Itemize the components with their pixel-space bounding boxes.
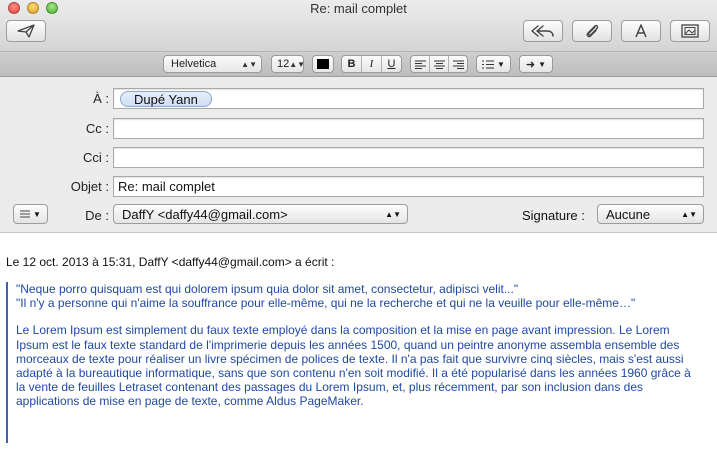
window-titlebar: Re: mail complet: [0, 0, 717, 52]
to-field[interactable]: Dupé Yann: [113, 88, 704, 109]
updown-arrows-icon: ▲▼: [241, 59, 257, 69]
quote-paragraph-line: applications de mise en page de texte, c…: [16, 394, 364, 409]
align-left-icon: [414, 60, 426, 69]
updown-arrows-icon: ▲▼: [385, 209, 401, 219]
header-options-button[interactable]: ▼: [13, 204, 48, 224]
from-select[interactable]: DaffY <daffy44@gmail.com> ▲▼: [113, 204, 408, 224]
quote-paragraph-line: Ipsum est le faux texte standard de l'im…: [16, 337, 680, 352]
bold-button[interactable]: B: [342, 56, 362, 72]
indent-arrow-icon: ➜: [525, 58, 536, 71]
text-style-segment: B I U: [341, 55, 402, 73]
cc-label: Cc :: [85, 121, 109, 136]
font-family-select[interactable]: Helvetica ▲▼: [163, 55, 262, 73]
quote-paragraph-line: morceaux de texte pour réaliser un livre…: [16, 351, 684, 366]
text-color-button[interactable]: [312, 55, 334, 73]
chevron-down-icon: ▼: [33, 209, 41, 219]
indent-select[interactable]: ➜ ▼: [519, 55, 553, 73]
bcc-field[interactable]: [113, 147, 704, 168]
quote-line: "Neque porro quisquam est qui dolorem ip…: [16, 282, 519, 296]
quoted-text-block: "Neque porro quisquam est qui dolorem ip…: [6, 282, 706, 443]
bullet-list-icon: [482, 60, 495, 68]
fonts-button[interactable]: [621, 20, 661, 42]
signature-label: Signature :: [522, 208, 585, 223]
reply-all-icon: [531, 25, 554, 37]
quote-paragraph-line: la vente de feuilles Letraset contenant …: [16, 380, 644, 395]
window-title: Re: mail complet: [310, 1, 407, 16]
cc-field[interactable]: [113, 118, 704, 139]
updown-arrows-icon: ▲▼: [289, 59, 306, 69]
font-family-value: Helvetica: [171, 58, 217, 70]
quote-paragraph-line: Le Lorem Ipsum est simplement du faux te…: [16, 323, 670, 338]
reply-all-button[interactable]: [523, 20, 563, 42]
paper-plane-icon: [17, 24, 35, 38]
chevron-down-icon: ▼: [538, 59, 547, 69]
italic-button[interactable]: I: [362, 56, 382, 72]
quote-line: "Il n'y a personne qui n'aime la souffra…: [16, 296, 636, 311]
photo-browser-icon: [681, 24, 699, 38]
paperclip-icon: [586, 24, 599, 38]
font-size-value: 12: [277, 58, 290, 70]
attach-button[interactable]: [572, 20, 612, 42]
font-A-icon: [635, 24, 647, 38]
align-center-icon: [433, 60, 445, 69]
reply-attribution: Le 12 oct. 2013 à 15:31, DaffY <daffy44@…: [6, 255, 335, 269]
align-right-button[interactable]: [449, 56, 467, 72]
list-style-select[interactable]: ▼: [476, 55, 511, 73]
from-value: DaffY <daffy44@gmail.com>: [122, 206, 288, 222]
font-size-select[interactable]: 12 ▲▼: [271, 55, 305, 73]
align-right-icon: [452, 60, 464, 69]
signature-select[interactable]: Aucune ▲▼: [597, 204, 704, 224]
color-swatch: [317, 59, 329, 69]
subject-label: Objet :: [70, 179, 109, 194]
send-button[interactable]: [6, 20, 46, 42]
bcc-label: Cci :: [83, 150, 109, 165]
subject-field[interactable]: Re: mail complet: [113, 176, 704, 197]
align-left-button[interactable]: [411, 56, 430, 72]
from-label: De :: [85, 208, 109, 223]
align-center-button[interactable]: [430, 56, 449, 72]
quote-spacer: [16, 310, 706, 323]
to-label: À :: [93, 91, 109, 106]
photo-browser-button[interactable]: [670, 20, 710, 42]
signature-value: Aucune: [606, 206, 651, 222]
message-body[interactable]: Le 12 oct. 2013 à 15:31, DaffY <daffy44@…: [0, 234, 717, 461]
list-lines-icon: [20, 210, 31, 218]
message-header: À : Dupé Yann Cc : Cci : Objet : Re: mai…: [0, 77, 717, 233]
recipient-token[interactable]: Dupé Yann: [120, 90, 212, 107]
format-bar: Helvetica ▲▼ 12 ▲▼ B I U ▼ ➜ ▼: [0, 52, 717, 77]
chevron-down-icon: ▼: [497, 59, 505, 69]
underline-button[interactable]: U: [382, 56, 401, 72]
updown-arrows-icon: ▲▼: [681, 209, 697, 219]
alignment-segment: [410, 55, 468, 73]
quote-paragraph-line: adapté à la bureautique informatique, sa…: [16, 366, 691, 381]
